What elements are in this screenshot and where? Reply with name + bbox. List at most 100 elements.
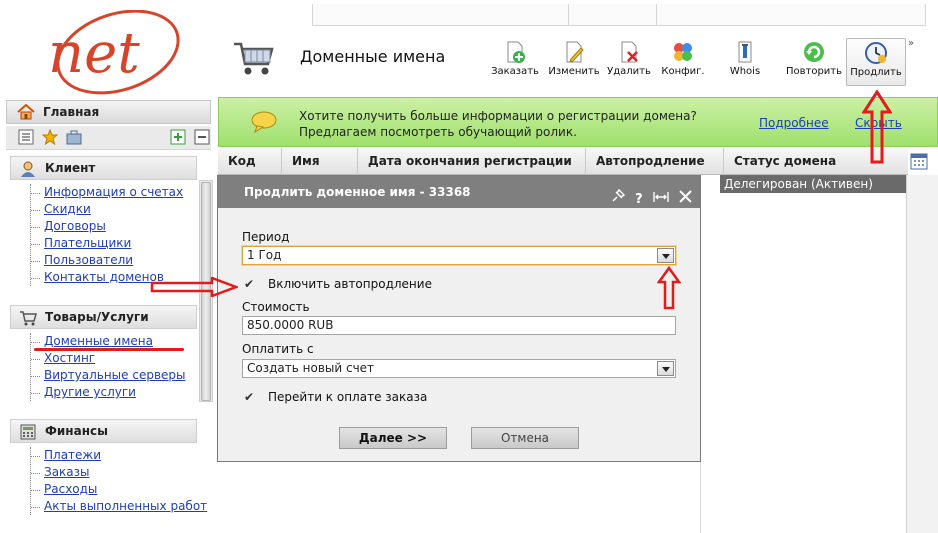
- app-window: net Доменные имена Заказать Изменить Уда: [0, 0, 938, 533]
- whois-label: Whois: [729, 66, 761, 77]
- annotation-arrow-left: [150, 277, 238, 297]
- sidebar-link-orders[interactable]: Заказы: [31, 464, 207, 481]
- shopping-cart-icon: [234, 42, 274, 75]
- sidebar-link-payers[interactable]: Плательщики: [31, 235, 183, 252]
- sidebar-link-acts[interactable]: Акты выполненных работ: [31, 498, 207, 515]
- calculator-icon: [20, 424, 36, 440]
- dialog-title: Продлить доменное имя - 33368 ?: [218, 176, 700, 208]
- repeat-icon: [804, 42, 824, 62]
- chevron-down-icon[interactable]: [657, 361, 674, 376]
- sidebar-section-services[interactable]: Товары/Услуги: [10, 305, 197, 329]
- column-header-name[interactable]: Имя: [282, 148, 358, 175]
- banner-line-1: Хотите получить больше информации о реги…: [299, 109, 697, 123]
- period-label: Период: [242, 230, 290, 244]
- user-icon: [21, 161, 35, 177]
- expand-all-icon[interactable]: [170, 129, 186, 145]
- sidebar-link-discounts[interactable]: Скидки: [31, 201, 183, 218]
- renew-clock-icon: [865, 42, 887, 64]
- pay-from-value: Создать новый счет: [247, 361, 375, 375]
- delete-document-icon: [621, 41, 638, 63]
- dialog-title-text: Продлить доменное имя - 33368: [244, 185, 471, 199]
- maximize-icon[interactable]: [653, 184, 669, 216]
- banner-more-link[interactable]: Подробнее: [759, 116, 829, 130]
- cancel-button[interactable]: Отмена: [471, 427, 579, 449]
- favorites-star-icon[interactable]: [42, 129, 58, 145]
- edit-label: Изменить: [548, 66, 600, 77]
- table-scroll-area: [906, 175, 938, 533]
- annotation-arrow-up-large: [862, 90, 892, 164]
- cart-small-icon: [20, 311, 37, 326]
- banner-message: Хотите получить больше информации о реги…: [299, 108, 697, 140]
- whois-icon: [738, 41, 752, 63]
- services-links: Доменные имена Хостинг Виртуальные серве…: [30, 333, 186, 401]
- renew-label: Продлить: [850, 67, 902, 78]
- order-button[interactable]: Заказать: [488, 40, 542, 84]
- period-select[interactable]: 1 Год: [242, 246, 676, 265]
- banner-line-2: Предлагаем посмотреть обучающий ролик.: [299, 125, 577, 139]
- toolbar-more-button[interactable]: »: [908, 38, 914, 49]
- repeat-label: Повторить: [785, 66, 843, 77]
- sidebar-link-hosting[interactable]: Хостинг: [31, 350, 186, 367]
- config-button[interactable]: Конфиг.: [656, 40, 710, 84]
- sidebar-link-invoices-info[interactable]: Информация о счетах: [31, 184, 183, 201]
- sidebar-icon-row: [6, 126, 211, 150]
- finance-links: Платежи Заказы Расходы Акты выполненных …: [30, 447, 207, 515]
- next-button[interactable]: Далее >>: [339, 427, 447, 449]
- svg-text:net: net: [48, 21, 140, 86]
- section-label: Клиент: [45, 161, 96, 175]
- sidebar-link-contracts[interactable]: Договоры: [31, 218, 183, 235]
- sidebar-link-payments[interactable]: Платежи: [31, 447, 207, 464]
- repeat-button[interactable]: Повторить: [784, 40, 844, 84]
- sidebar-section-finance[interactable]: Финансы: [10, 419, 197, 443]
- edit-button[interactable]: Изменить: [546, 40, 602, 84]
- column-header-code[interactable]: Код: [218, 148, 282, 175]
- autorenew-label: Включить автопродление: [268, 277, 432, 291]
- table-header: Код Имя Дата окончания регистрации Автоп…: [218, 148, 908, 175]
- info-banner: Хотите получить больше информации о реги…: [218, 97, 938, 147]
- sidebar-home-label: Главная: [43, 105, 100, 119]
- edit-document-icon: [566, 41, 584, 63]
- column-header-expiry[interactable]: Дата окончания регистрации: [358, 148, 586, 175]
- order-label: Заказать: [491, 66, 539, 77]
- autorenew-checkbox[interactable]: ✔: [244, 278, 256, 290]
- add-document-icon: [507, 41, 525, 63]
- top-strip: [300, 0, 938, 28]
- help-icon[interactable]: ?: [635, 184, 643, 216]
- table-body: [700, 193, 906, 533]
- table-row[interactable]: Делегирован (Активен): [720, 175, 906, 193]
- goto-payment-label: Перейти к оплате заказа: [268, 390, 428, 404]
- sidebar-link-users[interactable]: Пользователи: [31, 252, 183, 269]
- cost-field[interactable]: 850.0000 RUB: [242, 316, 676, 335]
- speech-bubble-icon: [251, 111, 277, 133]
- sidebar-section-client[interactable]: Клиент: [10, 156, 197, 180]
- client-links: Информация о счетах Скидки Договоры Плат…: [30, 184, 183, 286]
- sidebar-link-vps[interactable]: Виртуальные серверы: [31, 367, 186, 384]
- sidebar-home[interactable]: Главная: [6, 100, 211, 124]
- config-icon: [674, 43, 692, 61]
- delete-button[interactable]: Удалить: [604, 40, 654, 84]
- pin-icon[interactable]: [611, 184, 626, 216]
- whois-button[interactable]: Whois: [722, 40, 768, 84]
- annotation-arrow-up: [657, 266, 681, 310]
- sidebar: Главная Клиент Информация о счетах Скидк…: [0, 97, 215, 533]
- chevron-down-icon[interactable]: [657, 248, 674, 263]
- column-header-autorenew[interactable]: Автопродление: [586, 148, 724, 175]
- pay-from-select[interactable]: Создать новый счет: [242, 359, 676, 378]
- calendar-icon[interactable]: [910, 152, 928, 170]
- close-icon[interactable]: [679, 184, 692, 216]
- cost-label: Стоимость: [242, 300, 310, 314]
- list-view-icon[interactable]: [18, 129, 34, 145]
- section-label: Финансы: [45, 424, 108, 438]
- delete-label: Удалить: [607, 66, 651, 77]
- home-icon: [17, 104, 35, 120]
- sidebar-link-other-services[interactable]: Другие услуги: [31, 384, 186, 401]
- config-label: Конфиг.: [661, 66, 705, 77]
- goto-payment-checkbox[interactable]: ✔: [244, 391, 256, 403]
- renew-domain-dialog: Продлить доменное имя - 33368 ? Период 1…: [217, 175, 701, 462]
- net-logo: net: [48, 10, 180, 95]
- briefcase-icon[interactable]: [66, 129, 82, 145]
- collapse-all-icon[interactable]: [194, 129, 210, 145]
- sidebar-link-expenses[interactable]: Расходы: [31, 481, 207, 498]
- page-title: Доменные имена: [300, 47, 446, 66]
- renew-button[interactable]: Продлить: [846, 38, 906, 86]
